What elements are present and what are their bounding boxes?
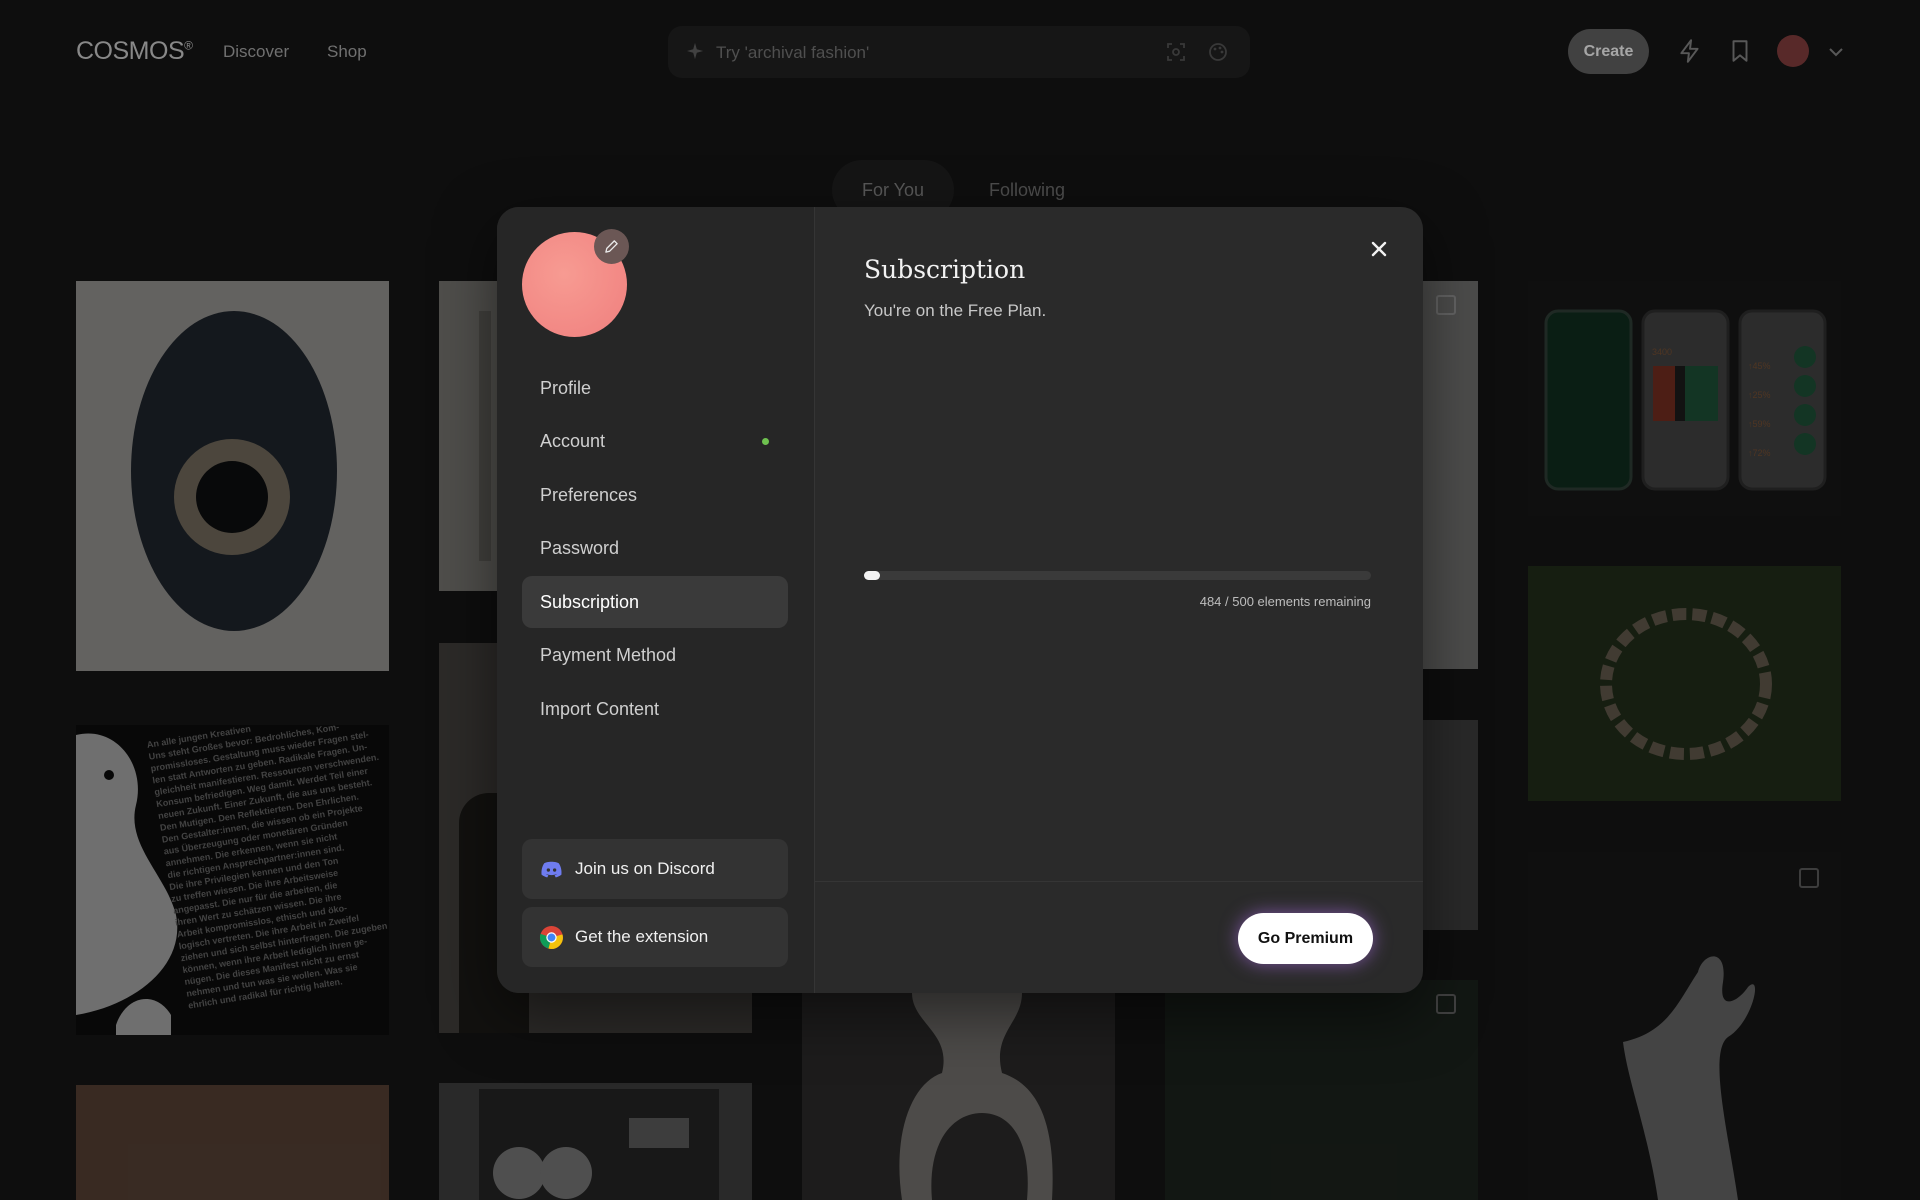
pencil-icon <box>605 240 618 253</box>
menu-item-subscription[interactable]: Subscription <box>522 576 788 628</box>
usage-progress-fill <box>864 571 881 580</box>
edit-avatar-button[interactable] <box>594 229 629 264</box>
discord-icon <box>541 861 562 878</box>
menu-item-account[interactable]: Account <box>522 415 788 467</box>
menu-item-password[interactable]: Password <box>522 522 788 574</box>
menu-item-label: Profile <box>540 378 592 398</box>
settings-modal: Profile Account Preferences Password Sub… <box>497 207 1423 993</box>
menu-item-label: Subscription <box>540 592 640 612</box>
page-title: Subscription <box>864 255 1026 284</box>
status-dot <box>762 438 769 445</box>
usage-text: 484 / 500 elements remaining <box>1199 594 1371 609</box>
menu-item-label: Account <box>540 431 606 451</box>
settings-sidebar: Profile Account Preferences Password Sub… <box>497 207 815 993</box>
menu-item-payment-method[interactable]: Payment Method <box>522 629 788 681</box>
go-premium-button[interactable]: Go Premium <box>1238 913 1373 964</box>
usage-progress-bar <box>864 571 1371 580</box>
menu-item-profile[interactable]: Profile <box>522 362 788 414</box>
plan-status: You're on the Free Plan. <box>864 301 1047 320</box>
close-icon[interactable] <box>1361 231 1397 267</box>
menu-item-import-content[interactable]: Import Content <box>522 683 788 735</box>
discord-label: Join us on Discord <box>575 859 715 878</box>
menu-item-label: Payment Method <box>540 645 677 665</box>
extension-label: Get the extension <box>575 927 709 946</box>
footer-divider <box>815 881 1423 882</box>
menu-item-label: Import Content <box>540 699 660 719</box>
discord-button[interactable]: Join us on Discord <box>522 839 788 899</box>
chrome-icon <box>539 926 563 949</box>
menu-item-label: Preferences <box>540 485 638 505</box>
menu-item-preferences[interactable]: Preferences <box>522 469 788 521</box>
get-extension-button[interactable]: Get the extension <box>522 907 788 967</box>
menu-item-label: Password <box>540 538 620 558</box>
